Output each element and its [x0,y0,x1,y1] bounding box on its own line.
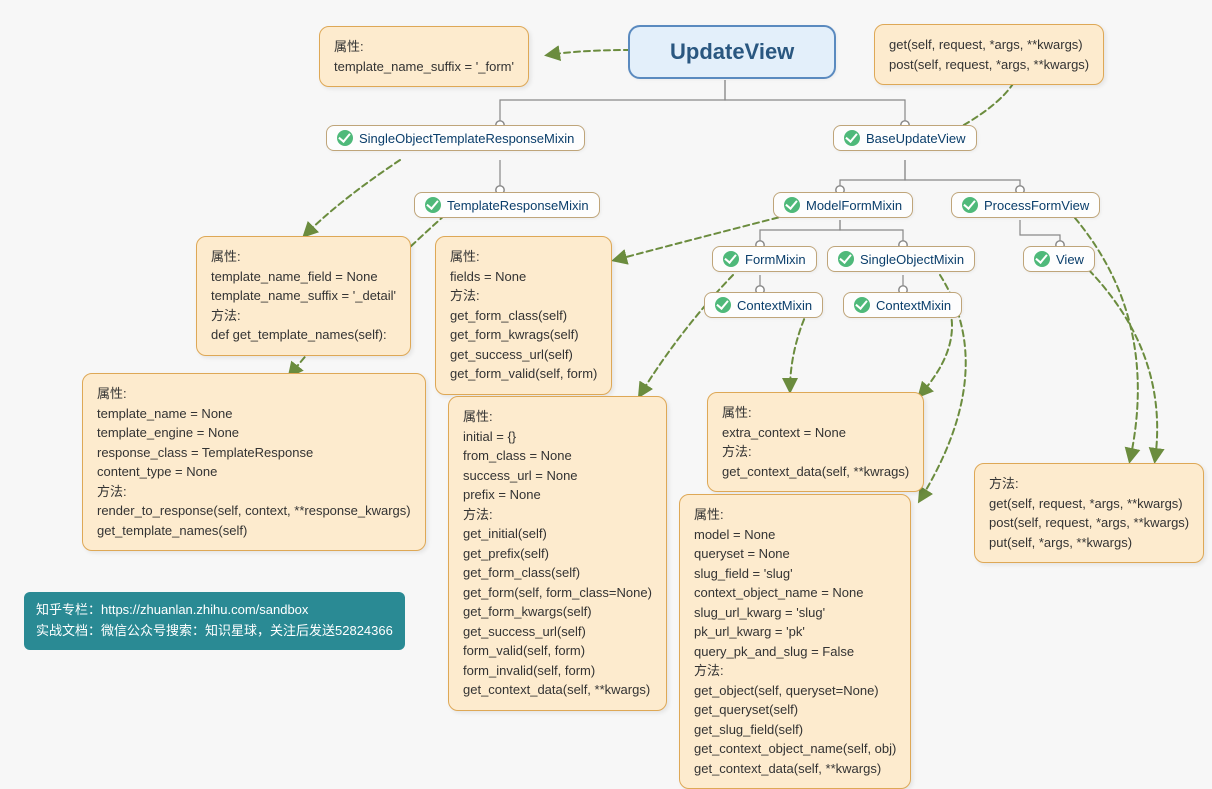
box-pfv: 方法: get(self, request, *args, **kwargs) … [974,463,1204,563]
class-label: ContextMixin [737,298,812,313]
check-icon [962,197,978,213]
box-root-attr: 属性: template_name_suffix = '_form' [319,26,529,87]
class-label: BaseUpdateView [866,131,966,146]
class-label: ProcessFormView [984,198,1089,213]
box-trm: 属性: template_name = None template_engine… [82,373,426,551]
check-icon [337,130,353,146]
check-icon [723,251,739,267]
check-icon [854,297,870,313]
credit-box: 知乎专栏：https://zhuanlan.zhihu.com/sandbox … [24,592,405,650]
check-icon [425,197,441,213]
box-sotrm: 属性: template_name_field = None template_… [196,236,411,356]
class-trm: TemplateResponseMixin [414,192,600,218]
class-label: SingleObjectTemplateResponseMixin [359,131,574,146]
class-contextmixin-1: ContextMixin [704,292,823,318]
class-modelformmixin: ModelFormMixin [773,192,913,218]
class-label: SingleObjectMixin [860,252,964,267]
class-processformview: ProcessFormView [951,192,1100,218]
class-formmixin: FormMixin [712,246,817,272]
class-label: ModelFormMixin [806,198,902,213]
class-view: View [1023,246,1095,272]
class-label: View [1056,252,1084,267]
class-contextmixin-2: ContextMixin [843,292,962,318]
class-label: TemplateResponseMixin [447,198,589,213]
class-baseupdateview: BaseUpdateView [833,125,977,151]
box-formmixin: 属性: initial = {} from_class = None succe… [448,396,667,711]
check-icon [844,130,860,146]
class-label: FormMixin [745,252,806,267]
class-sotrm: SingleObjectTemplateResponseMixin [326,125,585,151]
box-contextmixin: 属性: extra_context = None 方法: get_context… [707,392,924,492]
check-icon [838,251,854,267]
root-class: UpdateView [628,25,836,79]
class-singleobjectmixin: SingleObjectMixin [827,246,975,272]
class-label: ContextMixin [876,298,951,313]
check-icon [1034,251,1050,267]
check-icon [715,297,731,313]
box-buv-methods: get(self, request, *args, **kwargs) post… [874,24,1104,85]
check-icon [784,197,800,213]
box-singleobjectmixin: 属性: model = None queryset = None slug_fi… [679,494,911,789]
box-mfm: 属性: fields = None 方法: get_form_class(sel… [435,236,612,395]
